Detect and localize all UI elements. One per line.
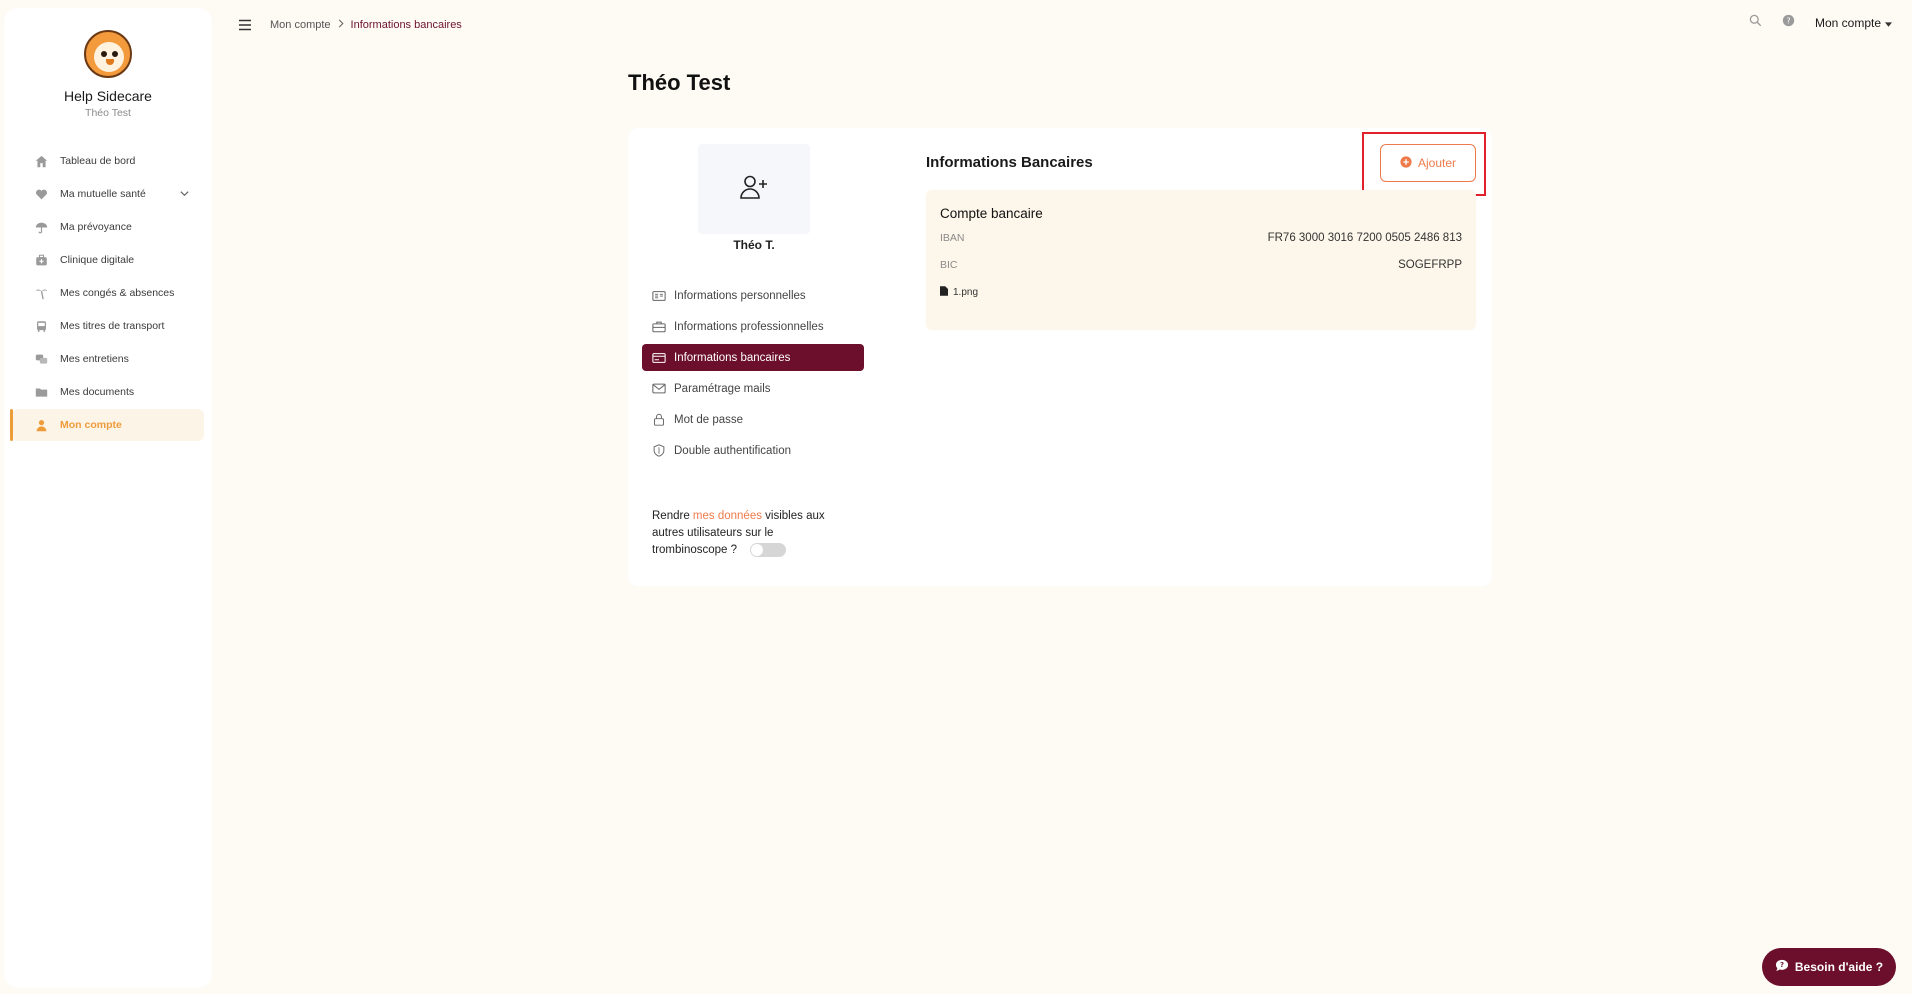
sidebar-item-label: Mes documents (60, 386, 135, 398)
folder-icon (34, 385, 48, 399)
sidebar-item-mutuelle[interactable]: Ma mutuelle santé (12, 178, 204, 210)
breadcrumb: Mon compte Informations bancaires (270, 19, 462, 31)
id-card-icon (652, 289, 666, 303)
avatar-placeholder[interactable] (698, 144, 810, 234)
sidebar-item-label: Clinique digitale (60, 254, 135, 266)
subnav-item-label: Paramétrage mails (674, 382, 771, 395)
iban-label: IBAN (940, 232, 965, 244)
sidebar-item-label: Tableau de bord (60, 155, 136, 167)
umbrella-icon (34, 220, 48, 234)
my-data-link[interactable]: mes données (693, 510, 762, 522)
brand-name: Help Sidecare (64, 88, 152, 104)
account-menu[interactable]: Mon compte (1815, 16, 1892, 30)
visibility-setting: Rendre mes données visibles aux autres u… (652, 508, 842, 559)
subnav-item-personal[interactable]: Informations personnelles (642, 282, 864, 309)
svg-text:?: ? (1786, 15, 1790, 25)
file-name: 1.png (953, 287, 979, 298)
plus-circle-icon (1400, 155, 1412, 171)
sidebar-user-name: Théo Test (85, 107, 131, 119)
subnav-item-label: Mot de passe (674, 413, 744, 426)
sidebar-nav: Tableau de bord Ma mutuelle santé Ma pré… (4, 145, 212, 441)
sidebar-item-entretiens[interactable]: Mes entretiens (12, 343, 204, 375)
visibility-toggle[interactable] (750, 542, 787, 557)
briefcase-icon (652, 320, 666, 334)
subnav-item-professional[interactable]: Informations professionnelles (642, 313, 864, 340)
penguin-logo-icon (84, 30, 132, 78)
add-user-icon (739, 174, 769, 205)
user-icon (34, 418, 48, 432)
subnav-item-mail-settings[interactable]: Paramétrage mails (642, 375, 864, 402)
sidebar: Help Sidecare Théo Test Tableau de bord … (4, 8, 212, 988)
subnav-item-label: Informations personnelles (674, 289, 806, 302)
app-root: Help Sidecare Théo Test Tableau de bord … (0, 0, 1912, 994)
home-icon (34, 154, 48, 168)
heart-icon (34, 187, 48, 201)
palm-tree-icon (34, 286, 48, 300)
bic-value: SOGEFRPP (1398, 259, 1462, 271)
shield-icon (652, 444, 666, 458)
sidebar-item-label: Mes congés & absences (60, 287, 175, 299)
hamburger-menu-icon[interactable] (238, 18, 252, 36)
bank-account-card: Compte bancaire IBAN FR76 3000 3016 7200… (926, 190, 1476, 330)
iban-value: FR76 3000 3016 7200 0505 2486 813 (1267, 232, 1462, 244)
subnav-item-2fa[interactable]: Double authentification (642, 437, 864, 464)
subnav-item-label: Double authentification (674, 444, 791, 457)
sidebar-item-clinique[interactable]: Clinique digitale (12, 244, 204, 276)
sidebar-item-conges[interactable]: Mes congés & absences (12, 277, 204, 309)
chevron-right-icon (337, 19, 345, 31)
subnav-item-password[interactable]: Mot de passe (642, 406, 864, 433)
sidebar-item-transport[interactable]: Mes titres de transport (12, 310, 204, 342)
file-icon (940, 286, 948, 299)
sidebar-item-documents[interactable]: Mes documents (12, 376, 204, 408)
breadcrumb-item-current: Informations bancaires (350, 19, 462, 31)
account-card: Théo T. Informations personnelles Inform… (628, 128, 1492, 586)
profile-name: Théo T. (733, 238, 775, 252)
help-button-label: Besoin d'aide ? (1794, 960, 1884, 974)
sidebar-item-mon-compte[interactable]: Mon compte (10, 409, 204, 441)
sidebar-item-tableau-de-bord[interactable]: Tableau de bord (12, 145, 204, 177)
iban-row: IBAN FR76 3000 3016 7200 0505 2486 813 (940, 232, 1462, 244)
page-title: Théo Test (628, 70, 731, 95)
sidebar-item-label: Mon compte (60, 419, 122, 431)
bic-label: BIC (940, 259, 958, 271)
medical-bag-icon (34, 253, 48, 267)
topbar: Mon compte Informations bancaires ? Mon … (234, 12, 1892, 38)
bic-row: BIC SOGEFRPP (940, 259, 1462, 271)
top-actions: ? Mon compte (1749, 14, 1892, 32)
help-button[interactable]: ? Besoin d'aide ? (1762, 948, 1896, 986)
caret-down-icon (1885, 16, 1892, 30)
lock-icon (652, 413, 666, 427)
chat-icon (34, 352, 48, 366)
svg-text:?: ? (1780, 961, 1784, 969)
breadcrumb-item-mon-compte[interactable]: Mon compte (270, 19, 331, 31)
search-icon[interactable] (1749, 14, 1762, 32)
bank-account-title: Compte bancaire (940, 206, 1043, 221)
visibility-text-prefix: Rendre (652, 510, 693, 522)
sidebar-item-label: Ma mutuelle santé (60, 188, 146, 200)
add-button[interactable]: Ajouter (1380, 144, 1476, 182)
add-button-label: Ajouter (1417, 156, 1457, 170)
attached-file[interactable]: 1.png (940, 286, 978, 299)
brand: Help Sidecare Théo Test (4, 8, 212, 119)
subnav-item-label: Informations professionnelles (674, 320, 824, 333)
sidebar-item-label: Ma prévoyance (60, 221, 132, 233)
chat-bubble-icon: ? (1775, 959, 1789, 975)
credit-card-icon (652, 351, 666, 365)
account-menu-label: Mon compte (1814, 16, 1881, 30)
subnav-item-banking[interactable]: Informations bancaires (642, 344, 864, 371)
subnav-item-label: Informations bancaires (674, 351, 791, 364)
sidebar-item-label: Mes titres de transport (60, 320, 165, 332)
mail-icon (652, 382, 666, 396)
account-subnav: Informations personnelles Informations p… (642, 282, 864, 468)
bus-icon (34, 319, 48, 333)
help-circle-icon[interactable]: ? (1782, 14, 1795, 32)
sidebar-item-label: Mes entretiens (60, 353, 129, 365)
section-title: Informations Bancaires (926, 154, 1093, 171)
sidebar-item-prevoyance[interactable]: Ma prévoyance (12, 211, 204, 243)
chevron-down-icon[interactable] (179, 188, 190, 202)
